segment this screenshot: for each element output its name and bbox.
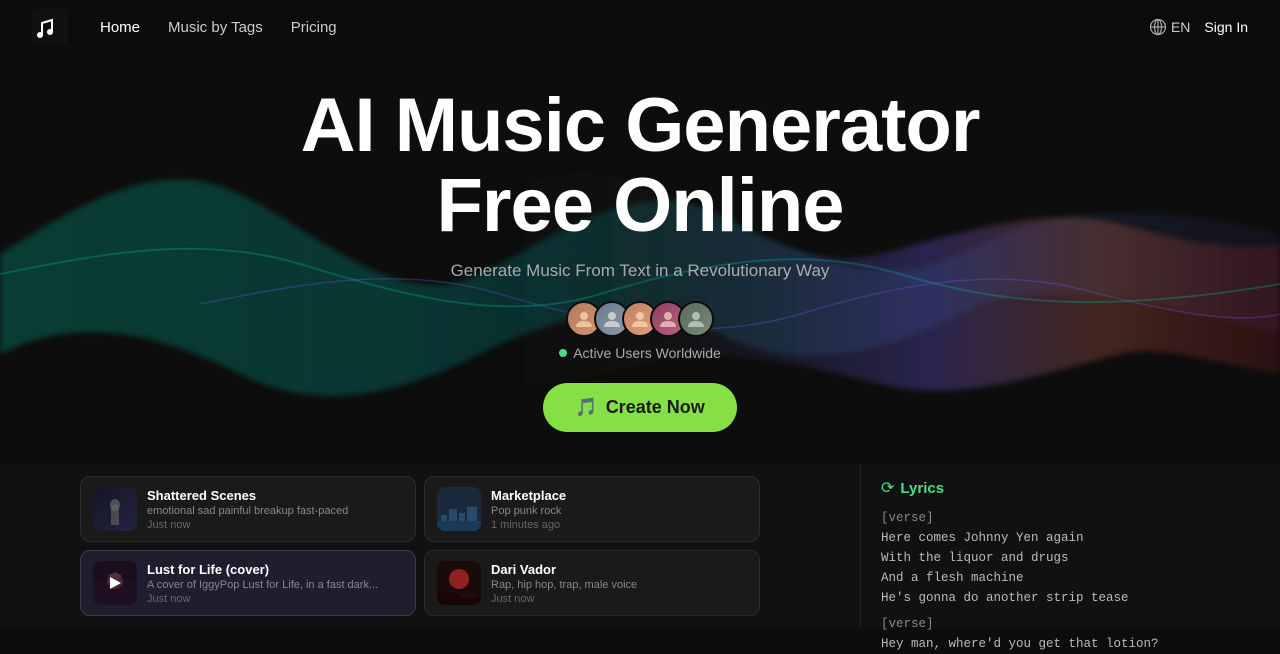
navbar-links: Home Music by Tags Pricing xyxy=(100,19,1149,36)
music-card-lust-for-life[interactable]: Lust for Life (cover) A cover of IggyPop… xyxy=(80,550,416,616)
nav-music-by-tags[interactable]: Music by Tags xyxy=(168,19,263,36)
play-overlay-lust[interactable] xyxy=(93,561,137,605)
lyrics-line-6: Hey man, where'd you get that lotion? xyxy=(881,634,1180,654)
card-time-marketplace: 1 minutes ago xyxy=(491,519,747,531)
card-title-lust: Lust for Life (cover) xyxy=(147,562,403,577)
sign-in-button[interactable]: Sign In xyxy=(1204,19,1248,35)
navbar-right: EN Sign In xyxy=(1149,18,1248,36)
lyrics-header: ⟳ Lyrics xyxy=(881,478,1180,498)
lyrics-line-1: Here comes Johnny Yen again xyxy=(881,528,1180,548)
hero-title-line2: Free Online xyxy=(436,163,843,248)
hero-title: AI Music Generator Free Online xyxy=(301,86,980,246)
lyrics-title: Lyrics xyxy=(900,480,944,497)
avatar-5 xyxy=(678,301,714,337)
language-selector[interactable]: EN xyxy=(1149,18,1190,36)
card-title-dari: Dari Vador xyxy=(491,562,747,577)
logo-icon xyxy=(32,9,68,45)
card-info-lust: Lust for Life (cover) A cover of IggyPop… xyxy=(147,562,403,605)
card-title-marketplace: Marketplace xyxy=(491,488,747,503)
lyrics-line-3: And a flesh machine xyxy=(881,568,1180,588)
active-users-row: Active Users Worldwide xyxy=(559,345,721,361)
card-time-dari: Just now xyxy=(491,593,747,605)
nav-pricing[interactable]: Pricing xyxy=(291,19,337,36)
active-indicator xyxy=(559,349,567,357)
card-thumbnail-marketplace xyxy=(437,487,481,531)
cards-grid: Shattered Scenes emotional sad painful b… xyxy=(80,476,760,616)
card-info-marketplace: Marketplace Pop punk rock 1 minutes ago xyxy=(491,488,747,531)
logo[interactable] xyxy=(32,9,68,45)
create-now-button[interactable]: 🎵 Create Now xyxy=(543,383,736,432)
lyrics-line-4: He's gonna do another strip tease xyxy=(881,588,1180,608)
card-thumbnail-shattered-scenes xyxy=(93,487,137,531)
music-note-icon: 🎵 xyxy=(575,397,597,418)
card-time-shattered: Just now xyxy=(147,519,403,531)
navbar: Home Music by Tags Pricing EN Sign In xyxy=(0,0,1280,54)
thumb-art-shattered xyxy=(93,487,137,531)
card-info-dari: Dari Vador Rap, hip hop, trap, male voic… xyxy=(491,562,747,605)
globe-icon xyxy=(1149,18,1167,36)
card-tags-marketplace: Pop punk rock xyxy=(491,505,747,517)
lyrics-line-2: With the liquor and drugs xyxy=(881,548,1180,568)
hero-content: AI Music Generator Free Online Generate … xyxy=(301,86,980,433)
card-tags-shattered: emotional sad painful breakup fast-paced xyxy=(147,505,403,517)
hero-section: AI Music Generator Free Online Generate … xyxy=(0,54,1280,464)
lyrics-panel: ⟳ Lyrics [verse] Here comes Johnny Yen a… xyxy=(860,464,1200,627)
thumb-art-marketplace xyxy=(437,487,481,531)
language-label: EN xyxy=(1171,19,1190,35)
play-icon-lust xyxy=(110,577,121,589)
avatar-group xyxy=(566,301,714,337)
hero-title-line1: AI Music Generator xyxy=(301,83,980,168)
card-title-shattered: Shattered Scenes xyxy=(147,488,403,503)
lyrics-icon: ⟳ xyxy=(881,478,894,498)
create-now-label: Create Now xyxy=(606,397,705,418)
music-card-marketplace[interactable]: Marketplace Pop punk rock 1 minutes ago xyxy=(424,476,760,542)
card-info-shattered: Shattered Scenes emotional sad painful b… xyxy=(147,488,403,531)
bottom-section: Shattered Scenes emotional sad painful b… xyxy=(0,464,1280,627)
card-tags-dari: Rap, hip hop, trap, male voice xyxy=(491,579,747,591)
avatar-row xyxy=(566,301,714,337)
card-time-lust: Just now xyxy=(147,593,403,605)
music-card-shattered-scenes[interactable]: Shattered Scenes emotional sad painful b… xyxy=(80,476,416,542)
thumb-art-dari xyxy=(437,561,481,605)
card-tags-lust: A cover of IggyPop Lust for Life, in a f… xyxy=(147,579,403,591)
card-thumbnail-dari-vador xyxy=(437,561,481,605)
active-users-label: Active Users Worldwide xyxy=(573,345,721,361)
lyrics-text: [verse] Here comes Johnny Yen again With… xyxy=(881,508,1180,654)
nav-home[interactable]: Home xyxy=(100,19,140,36)
lyrics-line-0: [verse] xyxy=(881,508,1180,528)
hero-subtitle: Generate Music From Text in a Revolution… xyxy=(451,261,830,281)
music-card-dari-vador[interactable]: Dari Vador Rap, hip hop, trap, male voic… xyxy=(424,550,760,616)
lyrics-line-5: [verse] xyxy=(881,614,1180,634)
card-thumbnail-lust-for-life xyxy=(93,561,137,605)
cards-area: Shattered Scenes emotional sad painful b… xyxy=(80,464,860,627)
